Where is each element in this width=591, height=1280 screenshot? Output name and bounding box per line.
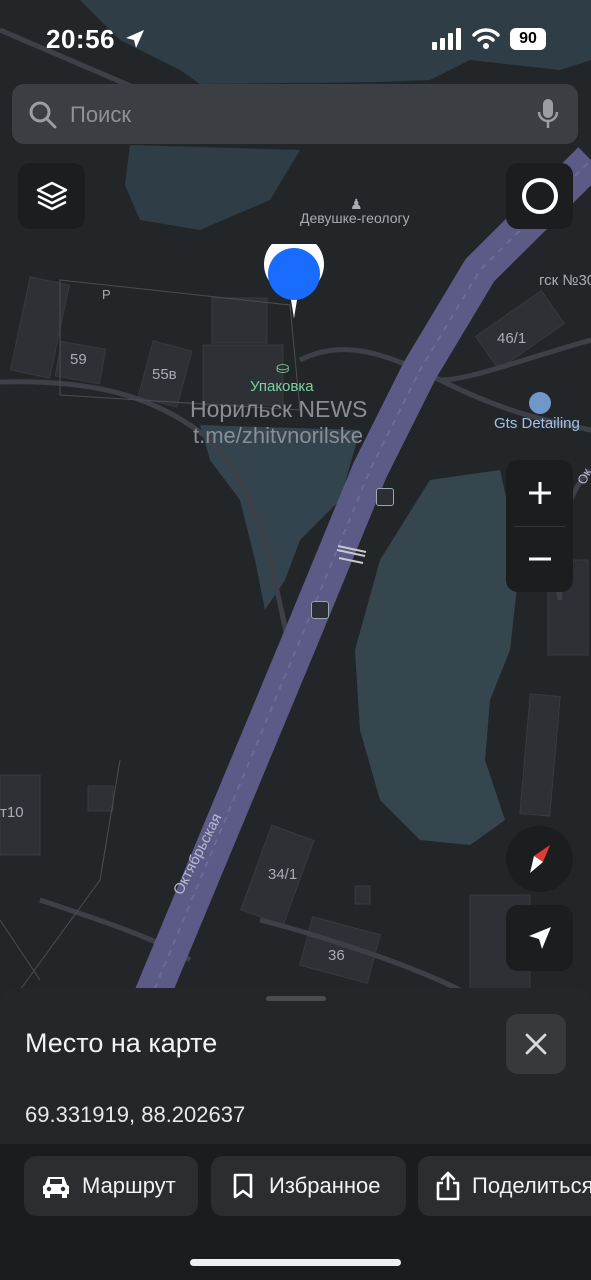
gsk-label: гск №30 <box>539 272 591 289</box>
parking-label: P <box>102 287 111 302</box>
battery-indicator: 90 <box>510 28 546 50</box>
map-canvas[interactable] <box>0 0 591 1000</box>
packaging-label[interactable]: Упаковка <box>250 378 314 395</box>
map-view[interactable]: Девушке-геологу ♟ Упаковка ⛀ Норильск NE… <box>0 0 591 1000</box>
zoom-control[interactable] <box>506 460 573 592</box>
minus-icon <box>528 557 551 561</box>
layers-icon <box>36 181 67 211</box>
bus-stop-icon[interactable] <box>311 601 329 619</box>
shop-icon[interactable]: ⛀ <box>276 358 289 378</box>
search-icon <box>29 101 57 129</box>
layers-button[interactable] <box>18 163 85 229</box>
status-time: 20:56 <box>46 24 115 54</box>
zoom-out-button[interactable] <box>506 526 573 592</box>
location-services-icon <box>126 30 144 48</box>
gts-detailing-label[interactable]: Gts Detailing <box>494 415 580 432</box>
microphone-icon[interactable] <box>536 98 560 130</box>
close-icon <box>525 1033 547 1055</box>
building-36-label: 36 <box>328 947 345 964</box>
my-location-button[interactable] <box>506 905 573 971</box>
location-arrow-icon <box>528 927 551 949</box>
place-title: Место на карте <box>25 1028 218 1058</box>
favorites-button[interactable]: Избранное <box>211 1156 406 1216</box>
action-bar: Маршрут Избранное Поделиться <box>0 1144 591 1280</box>
share-button[interactable]: Поделиться <box>418 1156 591 1216</box>
wifi-icon <box>472 28 500 49</box>
bookmark-icon <box>227 1170 259 1202</box>
search-input[interactable]: Поиск <box>70 102 131 128</box>
building-46-1-label: 46/1 <box>497 330 527 347</box>
building-59-label: 59 <box>70 351 87 368</box>
home-indicator[interactable] <box>190 1259 401 1266</box>
bus-stop-icon[interactable] <box>376 488 394 506</box>
building-34-1-label: 34/1 <box>268 866 298 883</box>
share-icon <box>434 1170 462 1202</box>
status-bar: 20:56 90 <box>0 0 591 80</box>
route-label: Маршрут <box>82 1173 176 1198</box>
compass-ring-icon <box>521 178 558 214</box>
search-bar[interactable]: Поиск <box>12 84 578 144</box>
building-10-label: т10 <box>0 804 24 821</box>
coordinates-text[interactable]: 69.331919, 88.202637 <box>25 1102 245 1128</box>
signal-icon <box>432 28 461 50</box>
north-compass-button[interactable] <box>506 826 573 892</box>
location-pin-icon[interactable] <box>262 244 326 320</box>
close-button[interactable] <box>506 1014 566 1074</box>
zoom-in-button[interactable] <box>506 460 573 526</box>
route-button[interactable]: Маршрут <box>24 1156 198 1216</box>
watermark-link: t.me/zhitvnorilske <box>193 423 363 448</box>
favorites-label: Избранное <box>269 1173 381 1198</box>
watermark-title: Норильск NEWS <box>190 396 368 422</box>
place-card-sheet[interactable]: Место на карте 69.331919, 88.202637 Марш… <box>0 988 591 1280</box>
assistant-button[interactable] <box>506 163 573 229</box>
car-icon <box>40 1170 72 1202</box>
share-label: Поделиться <box>472 1173 591 1198</box>
car-service-icon[interactable] <box>529 392 551 414</box>
north-compass-icon <box>529 845 550 873</box>
plus-icon <box>528 482 551 504</box>
sheet-grabber[interactable] <box>266 996 326 1001</box>
monument-icon: ♟ <box>350 196 363 212</box>
building-55v-label: 55в <box>152 366 177 383</box>
